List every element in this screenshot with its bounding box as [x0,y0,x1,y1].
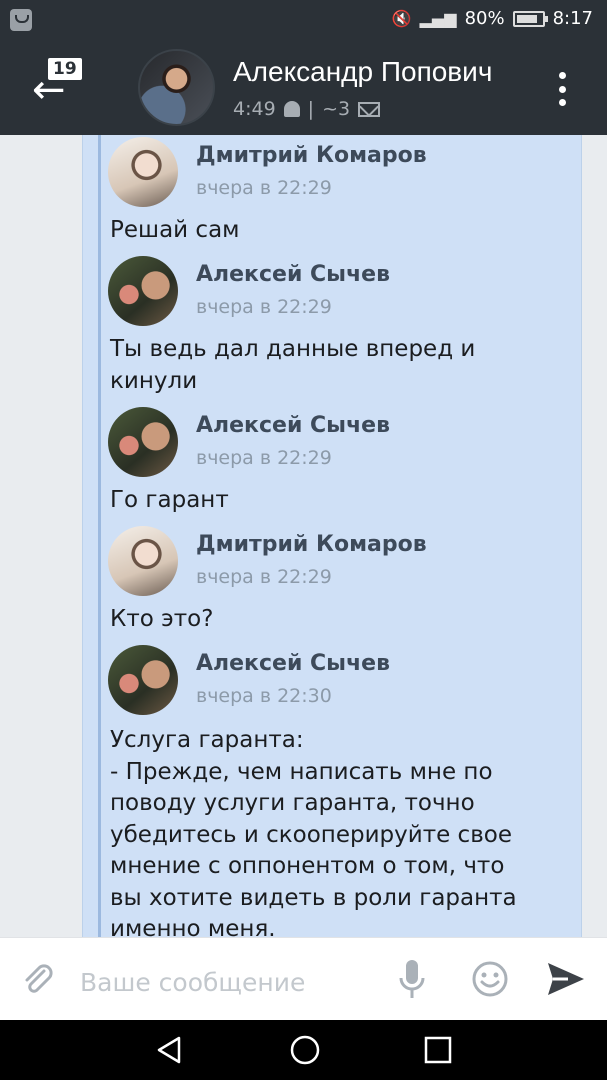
avatar[interactable] [108,645,178,715]
chat-header: ← 19 Александр Попович 4:49 | ~3 [0,40,607,135]
message-time: вчера в 22:29 [196,566,332,588]
avatar[interactable] [138,49,215,126]
author-name[interactable]: Дмитрий Комаров [196,532,427,557]
author-name[interactable]: Алексей Сычев [196,651,390,676]
clock: 8:17 [552,8,593,29]
message-time: вчера в 22:29 [196,177,332,199]
author-name[interactable]: Алексей Сычев [196,413,390,438]
message-text: Кто это? [110,606,214,632]
message-list[interactable]: Дмитрий Комаров вчера в 22:29 Решай сам … [0,135,607,937]
author-name[interactable]: Дмитрий Комаров [196,143,427,168]
message-text: Услуга гаранта: - Прежде, чем написать м… [110,727,517,937]
author-name[interactable]: Алексей Сычев [196,262,390,287]
composer [0,937,607,1020]
message-time: вчера в 22:29 [196,296,332,318]
forward-indicator [98,135,101,937]
avatar[interactable] [108,137,178,207]
notification-icon [10,9,32,31]
avatar[interactable] [108,407,178,477]
nav-back-icon[interactable] [153,1034,185,1066]
message-input[interactable] [80,964,380,1000]
avatar[interactable] [108,526,178,596]
status-bar: 🔇 ▂▄▆ 80% 8:17 [0,0,607,40]
avatar[interactable] [108,256,178,326]
nav-recents-icon[interactable] [424,1036,452,1064]
subtitle-separator: | [307,98,315,120]
last-seen-time: 4:49 [233,98,276,120]
message-time: вчера в 22:30 [196,685,332,707]
system-nav-bar [0,1020,607,1080]
mail-icon [358,101,381,117]
more-vertical-icon[interactable] [557,72,567,106]
message-text: Решай сам [110,217,240,243]
back-button[interactable]: ← 19 [30,58,90,118]
message-text: Ты ведь дал данные вперед и кинули [110,336,476,394]
battery-icon [512,10,548,27]
chat-subtitle: 4:49 | ~3 [233,98,381,120]
signal-icon: ▂▄▆ [419,9,457,28]
paperclip-icon[interactable] [20,963,54,997]
smile-icon[interactable] [471,960,509,998]
android-icon [283,101,300,117]
status-icons: 🔇 ▂▄▆ 80% 8:17 [392,8,593,29]
message-time: вчера в 22:29 [196,447,332,469]
microphone-icon[interactable] [398,958,426,1002]
message-count: ~3 [322,98,351,120]
nav-home-icon[interactable] [289,1034,321,1066]
mute-icon: 🔇 [391,9,412,28]
unread-badge: 19 [48,58,82,80]
message-text: Го гарант [110,487,229,513]
send-icon[interactable] [546,960,586,998]
chat-title[interactable]: Александр Попович [233,56,513,88]
battery-percent: 80% [464,8,505,29]
